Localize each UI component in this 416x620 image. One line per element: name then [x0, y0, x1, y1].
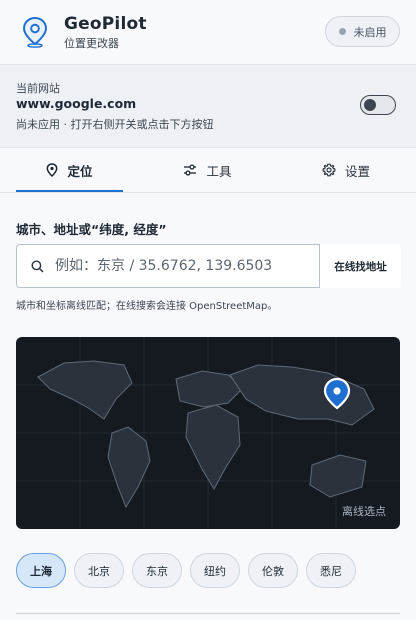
tab-locate-label: 定位	[67, 163, 93, 179]
toggle-knob	[364, 98, 376, 111]
world-map	[16, 337, 400, 529]
active-tab-indicator	[16, 190, 123, 192]
search-box: 在线找地址	[16, 244, 401, 288]
tab-tools-label: 工具	[206, 163, 232, 179]
landmass-africa	[185, 404, 241, 491]
landmass-north-america	[37, 360, 133, 420]
landmass-asia	[229, 364, 375, 426]
landmass-australia	[309, 454, 367, 498]
city-chip-shanghai[interactable]: 上海	[16, 553, 66, 588]
sliders-icon	[184, 164, 197, 176]
tab-bar: 定位 工具 设置	[0, 148, 416, 193]
current-site-domain: www.google.com	[16, 96, 137, 111]
divider	[16, 613, 400, 614]
location-pin-icon	[22, 16, 48, 48]
app-subtitle: 位置更改器	[64, 37, 119, 50]
status-dot-icon	[338, 28, 346, 35]
city-chip-london[interactable]: 伦敦	[248, 553, 298, 588]
city-chip-tokyo[interactable]: 东京	[132, 553, 182, 588]
current-site-caption: 当前网站	[16, 82, 60, 95]
search-help-text: 城市和坐标离线匹配；在线搜索会连接 OpenStreetMap。	[16, 301, 278, 312]
current-site-hint: 尚未应用 · 打开右侧开关或点击下方按钮	[16, 118, 214, 131]
app-header: GeoPilot 位置更改器 未启用	[0, 0, 416, 64]
city-chip-beijing[interactable]: 北京	[74, 553, 124, 588]
current-site-panel: 当前网站 www.google.com 尚未应用 · 打开右侧开关或点击下方按钮	[0, 64, 416, 148]
offline-map[interactable]: 离线选点	[16, 337, 400, 529]
city-chip-sydney[interactable]: 悉尼	[306, 553, 356, 588]
tab-settings-label: 设置	[344, 163, 370, 179]
location-search-input[interactable]	[55, 246, 317, 286]
app-name: GeoPilot	[64, 14, 147, 34]
city-chip-newyork[interactable]: 纽约	[190, 553, 240, 588]
search-label: 城市、地址或“纬度, 经度”	[16, 222, 167, 237]
search-icon	[31, 260, 44, 273]
gear-icon	[322, 163, 336, 177]
tab-locate[interactable]: 定位	[16, 148, 123, 192]
status-label: 未启用	[353, 25, 387, 39]
map-caption: 离线选点	[342, 505, 386, 518]
site-enable-toggle[interactable]	[360, 95, 396, 115]
online-search-button[interactable]: 在线找地址	[319, 244, 401, 288]
city-presets: 上海 北京 东京 纽约 伦敦 悉尼	[16, 553, 356, 589]
location-icon	[47, 163, 58, 177]
tab-settings[interactable]: 设置	[292, 148, 400, 192]
status-badge[interactable]: 未启用	[325, 16, 400, 47]
tab-tools[interactable]: 工具	[154, 148, 261, 192]
